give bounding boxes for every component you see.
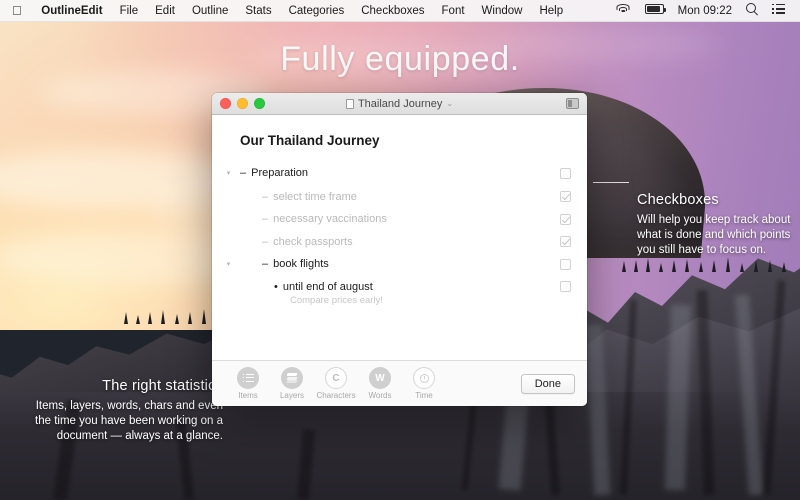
row-checkbox[interactable]: [560, 258, 571, 270]
menu-item-checkboxes[interactable]: Checkboxes: [353, 5, 433, 17]
row-label: Preparation: [251, 167, 308, 180]
bottom-toolbar: Items Layers C Characters W Words Time D…: [212, 360, 587, 406]
menu-item-font[interactable]: Font: [433, 5, 473, 17]
outline-row[interactable]: – necessary vaccinations: [212, 208, 587, 231]
menu-item-help[interactable]: Help: [531, 5, 572, 17]
row-bullet: –: [262, 258, 269, 271]
row-label: book flights: [273, 258, 329, 271]
outline-row[interactable]: – select time frame: [212, 186, 587, 209]
notification-center-icon[interactable]: [765, 4, 792, 17]
annotation-body: Will help you keep track about what is d…: [637, 214, 791, 256]
stat-label: Items: [238, 391, 258, 400]
outline-row[interactable]: – check passports: [212, 231, 587, 254]
stat-words[interactable]: W Words: [358, 367, 402, 400]
wifi-icon[interactable]: [609, 3, 638, 18]
stat-label: Words: [368, 391, 392, 400]
stat-items[interactable]: Items: [226, 367, 270, 400]
chevron-down-icon[interactable]: ⌄: [446, 99, 453, 108]
row-bullet: •: [274, 280, 278, 293]
annotation-statistics: The right statistics Items, layers, word…: [18, 378, 271, 444]
tree-line-right: [620, 257, 800, 272]
row-bullet: –: [262, 190, 269, 203]
app-window: Thailand Journey ⌄ Our Thailand Journey …: [212, 93, 587, 406]
annotation-checkboxes: Checkboxes Will help you keep track abou…: [593, 182, 797, 258]
close-button[interactable]: [220, 98, 231, 109]
search-icon[interactable]: [739, 3, 765, 18]
leader-line: [593, 182, 629, 183]
row-label: check passports: [273, 235, 353, 248]
menu-item-window[interactable]: Window: [473, 5, 531, 17]
row-checkbox[interactable]: [560, 281, 571, 293]
stat-label: Characters: [316, 391, 356, 400]
stat-time[interactable]: Time: [402, 367, 446, 400]
maximize-button[interactable]: [254, 98, 265, 109]
menu-item-categories[interactable]: Categories: [280, 5, 353, 17]
menu-item-file[interactable]: File: [111, 5, 147, 17]
disclosure-triangle-icon[interactable]: ▾: [224, 170, 233, 177]
row-label: necessary vaccinations: [273, 213, 387, 226]
layers-icon: [281, 367, 303, 389]
annotation-body: Items, layers, words, chars and even the…: [35, 400, 223, 442]
document-body: Our Thailand Journey ▾ – Preparation – s…: [212, 115, 587, 360]
row-checkbox[interactable]: [560, 191, 571, 203]
stat-label: Layers: [279, 391, 304, 400]
page-headline: Fully equipped.: [280, 40, 520, 78]
row-checkbox[interactable]: [560, 167, 571, 179]
words-icon: W: [369, 367, 391, 389]
minimize-button[interactable]: [237, 98, 248, 109]
menubar-clock[interactable]: Mon 09:22: [671, 5, 739, 17]
view-toggle-icon[interactable]: [566, 98, 579, 109]
outline-row[interactable]: • until end of august: [212, 276, 587, 299]
character-icon: C: [325, 367, 347, 389]
outline-row[interactable]: ▾ – book flights: [212, 253, 587, 276]
row-label: select time frame: [273, 190, 357, 203]
document-icon: [345, 98, 354, 109]
apple-menu-icon[interactable]: : [0, 4, 33, 17]
row-checkbox[interactable]: [560, 213, 571, 225]
row-bullet: –: [262, 235, 269, 248]
clock-icon: [413, 367, 435, 389]
window-title-bar[interactable]: Thailand Journey ⌄: [212, 93, 587, 115]
annotation-title-text: Checkboxes: [637, 192, 719, 208]
window-title-text: Thailand Journey: [357, 97, 443, 110]
document-title: Our Thailand Journey: [240, 133, 380, 148]
window-title: Thailand Journey ⌄: [212, 98, 587, 110]
disclosure-triangle-icon[interactable]: ▾: [224, 261, 233, 268]
outline-row[interactable]: ▾ – Preparation: [212, 162, 587, 185]
menu-item-edit[interactable]: Edit: [147, 5, 184, 17]
menu-bar:  OutlineEdit File Edit Outline Stats Ca…: [0, 0, 800, 22]
menu-item-stats[interactable]: Stats: [237, 5, 280, 17]
battery-icon[interactable]: [638, 4, 671, 17]
stat-characters[interactable]: C Characters: [314, 367, 358, 400]
menu-item-app[interactable]: OutlineEdit: [33, 5, 111, 17]
row-checkbox[interactable]: [560, 236, 571, 248]
annotation-title: The right statistics: [18, 378, 271, 394]
done-button[interactable]: Done: [520, 373, 575, 394]
menu-item-outline[interactable]: Outline: [183, 5, 236, 17]
row-label: until end of august: [282, 280, 373, 293]
row-bullet: –: [240, 167, 247, 180]
items-icon: [237, 367, 259, 389]
annotation-title-text: The right statistics: [102, 378, 223, 394]
stat-layers[interactable]: Layers: [270, 367, 314, 400]
stat-label: Time: [415, 391, 433, 400]
annotation-title: Checkboxes: [593, 182, 797, 208]
window-controls: [212, 98, 265, 109]
row-bullet: –: [262, 213, 269, 226]
